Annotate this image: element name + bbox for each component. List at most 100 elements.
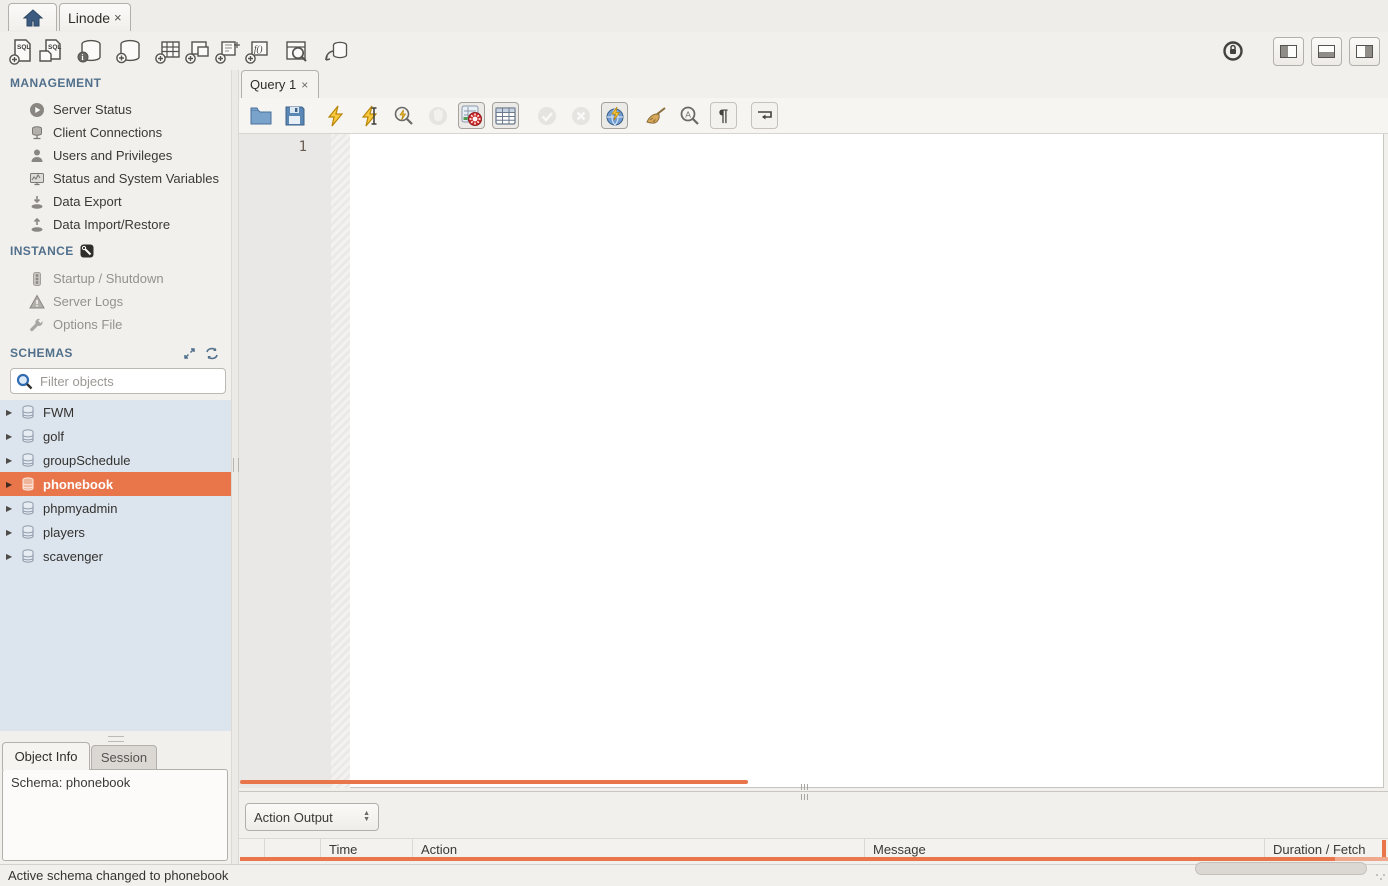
sidebar-item-label: Data Import/Restore [53,217,170,232]
execute-statement-button[interactable] [322,102,349,129]
create-procedure-button[interactable] [213,36,243,66]
splitter-grip[interactable] [801,784,813,790]
reconnect-dbms-button[interactable] [321,36,351,66]
tab-query-1[interactable]: Query 1 × [241,70,319,98]
output-col-index[interactable] [239,839,265,859]
toggle-left-sidebar-button[interactable] [1273,37,1304,66]
output-col-action[interactable]: Action [413,839,865,859]
find-button[interactable]: A [676,102,703,129]
save-script-button[interactable] [281,102,308,129]
tree-expand-icon[interactable]: ▶ [6,552,16,561]
sql-editor[interactable]: 1 [239,134,1384,788]
tab-home[interactable] [8,3,57,31]
sidebar-item-options-file[interactable]: Options File [0,313,231,336]
refresh-schemas-icon[interactable] [205,347,219,360]
code-fold-margin [331,134,350,788]
schema-row[interactable]: ▶ phpmyadmin [0,496,231,520]
open-sql-file-button[interactable]: SQL [36,36,66,66]
output-col-duration[interactable]: Duration / Fetch [1265,839,1388,859]
tree-expand-icon[interactable]: ▶ [6,456,16,465]
close-icon[interactable]: × [301,78,308,92]
toggle-autocommit-button[interactable] [601,102,628,129]
create-function-button[interactable]: f() [243,36,273,66]
tab-connection[interactable]: Linode × [59,3,131,31]
toggle-invisible-characters-button[interactable]: ¶ [710,102,737,129]
schema-row[interactable]: ▶ groupSchedule [0,448,231,472]
query-tab-strip: Query 1 × [239,70,1388,98]
sidebar-item-label: Users and Privileges [53,148,172,163]
execute-current-statement-button[interactable] [356,102,383,129]
system-variables-icon [28,170,45,187]
sidebar-splitter[interactable] [231,70,239,864]
output-scrollbar-vertical[interactable] [1382,840,1386,857]
editor-horizontal-scrollbar[interactable] [240,780,748,784]
tab-object-info[interactable]: Object Info [2,742,90,770]
sidebar-item-label: Client Connections [53,125,162,140]
schema-row-selected[interactable]: ▶ phonebook [0,472,231,496]
server-status-icon [28,101,45,118]
schema-row[interactable]: ▶ scavenger [0,544,231,568]
output-splitter[interactable] [239,791,1388,792]
rollback-button[interactable] [567,102,594,129]
data-export-icon [28,193,45,210]
navigator-sidebar: MANAGEMENT Server Status Client Connecti… [0,70,231,864]
schema-filter-box[interactable] [10,368,226,394]
tree-expand-icon[interactable]: ▶ [6,408,16,417]
sidebar-item-label: Startup / Shutdown [53,271,164,286]
create-schema-button[interactable] [114,36,144,66]
close-icon[interactable]: × [114,11,122,24]
tab-session[interactable]: Session [91,745,157,770]
output-col-time[interactable]: Time [321,839,413,859]
toggle-word-wrap-button[interactable] [751,102,778,129]
sidebar-item-server-status[interactable]: Server Status [0,98,231,121]
sidebar-item-data-import[interactable]: Data Import/Restore [0,213,231,236]
beautify-sql-button[interactable] [642,102,669,129]
status-bar: Active schema changed to phonebook [0,864,1388,886]
output-selector-dropdown[interactable]: Action Output ▲▼ [245,803,379,831]
filter-objects-input[interactable] [38,373,202,390]
sidebar-item-data-export[interactable]: Data Export [0,190,231,213]
sidebar-item-client-connections[interactable]: Client Connections [0,121,231,144]
explain-statement-button[interactable] [390,102,417,129]
commit-button[interactable] [533,102,560,129]
schema-row[interactable]: ▶ FWM [0,400,231,424]
sidebar-item-server-logs[interactable]: Server Logs [0,290,231,313]
create-view-button[interactable] [183,36,213,66]
resize-grip[interactable] [1375,873,1385,883]
create-table-button[interactable] [153,36,183,66]
tree-expand-icon[interactable]: ▶ [6,432,16,441]
search-icon [16,373,33,390]
toggle-right-sidebar-button[interactable] [1349,37,1380,66]
output-col-status[interactable] [265,839,321,859]
sidebar-item-label: Options File [53,317,122,332]
output-scrollbar-horizontal[interactable] [240,857,1335,861]
toggle-limit-rows-button[interactable] [492,102,519,129]
new-sql-tab-button[interactable]: SQL [6,36,36,66]
sidebar-item-label: Data Export [53,194,122,209]
tree-expand-icon[interactable]: ▶ [6,480,16,489]
tree-expand-icon[interactable]: ▶ [6,504,16,513]
schema-row[interactable]: ▶ players [0,520,231,544]
window-tab-strip: Linode × [0,0,1388,32]
expand-schemas-icon[interactable] [183,347,196,360]
schema-inspector-button[interactable]: i [75,36,105,66]
server-logs-icon [28,293,45,310]
toggle-stop-on-error-button[interactable] [458,102,485,129]
schema-icon [20,524,36,540]
stop-query-button[interactable] [424,102,451,129]
tree-expand-icon[interactable]: ▶ [6,528,16,537]
svg-text:A: A [685,109,691,119]
schema-row[interactable]: ▶ golf [0,424,231,448]
sidebar-item-startup-shutdown[interactable]: Startup / Shutdown [0,267,231,290]
open-script-button[interactable] [247,102,274,129]
schemas-section-header: SCHEMAS [0,344,231,362]
sidebar-item-status-system-variables[interactable]: Status and System Variables [0,167,231,190]
sidebar-item-label: Status and System Variables [53,171,219,186]
status-ring-icon[interactable] [1218,36,1248,66]
sidebar-item-users-privileges[interactable]: Users and Privileges [0,144,231,167]
schema-icon [20,404,36,420]
output-col-message[interactable]: Message [865,839,1265,859]
output-hscroll-thumb[interactable] [1195,862,1367,875]
toggle-bottom-panel-button[interactable] [1311,37,1342,66]
search-table-data-button[interactable] [282,36,312,66]
